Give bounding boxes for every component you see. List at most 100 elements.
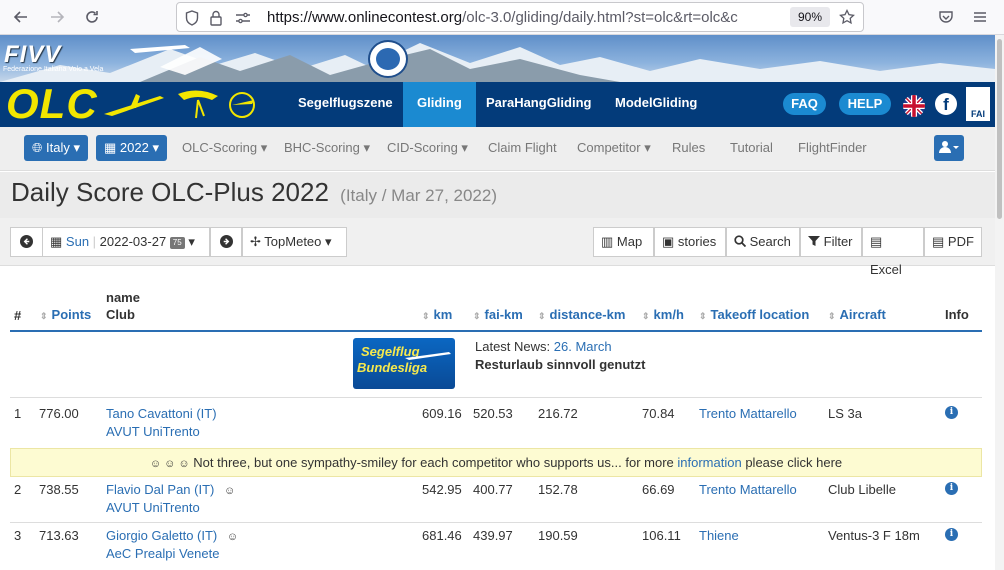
news-headline[interactable]: Resturlaub sinnvoll genutzt bbox=[475, 357, 645, 372]
row1-aircraft: LS 3a bbox=[828, 406, 862, 421]
news-date-link[interactable]: 26. March bbox=[554, 339, 612, 354]
date-picker[interactable]: ▦ Sun | 2022-03-27 75 ▾ bbox=[42, 227, 210, 257]
year-dropdown[interactable]: ▦ 2022 ▾ bbox=[96, 135, 167, 161]
row2-takeoff-link[interactable]: Trento Mattarello bbox=[699, 482, 797, 497]
calendar-icon: ▦ bbox=[50, 234, 63, 249]
row3-smiley-icon: ☺ bbox=[226, 531, 239, 543]
filter-button[interactable]: Filter bbox=[800, 227, 862, 257]
prev-day-button[interactable] bbox=[10, 227, 43, 257]
sort-icon: ⇕ bbox=[642, 311, 650, 321]
row2-pilot-link[interactable]: Flavio Dal Pan (IT) bbox=[106, 482, 214, 497]
user-icon bbox=[939, 141, 959, 153]
browser-toolbar: https://www.onlinecontest.org/olc-3.0/gl… bbox=[0, 0, 1004, 35]
menu-claim-flight[interactable]: Claim Flight bbox=[488, 140, 557, 155]
col-km-header[interactable]: ⇕ km bbox=[422, 307, 452, 322]
row3-kmh: 106.11 bbox=[642, 528, 681, 543]
sympathy-info-link[interactable]: information bbox=[677, 455, 741, 470]
uk-flag-icon[interactable] bbox=[903, 95, 925, 117]
shield-icon[interactable] bbox=[185, 10, 199, 26]
menu-icon[interactable] bbox=[966, 3, 994, 31]
image-icon: ▣ bbox=[662, 234, 675, 249]
col-kmh-header[interactable]: ⇕ km/h bbox=[642, 307, 684, 322]
row1-km: 609.16 bbox=[422, 406, 462, 421]
country-dropdown[interactable]: 🌐︎ Italy ▾ bbox=[24, 135, 89, 161]
col-takeoff-label: Takeoff location bbox=[710, 307, 810, 322]
sub-navbar: 🌐︎ Italy ▾ ▦ 2022 ▾ OLC-Scoring ▾ BHC-Sc… bbox=[0, 127, 995, 171]
menu-olc-scoring-label: OLC-Scoring bbox=[182, 140, 258, 155]
topmeteo-button[interactable]: ✢ TopMeteo ▾ bbox=[242, 227, 347, 257]
sort-icon: ⇕ bbox=[538, 311, 546, 321]
col-distance-km-header[interactable]: ⇕ distance-km bbox=[538, 307, 625, 322]
row3-km: 681.46 bbox=[422, 528, 462, 543]
sort-icon: ⇕ bbox=[828, 311, 836, 321]
row3-points: 713.63 bbox=[39, 528, 79, 543]
col-points-label: Points bbox=[51, 307, 92, 322]
stories-button[interactable]: ▣ stories bbox=[654, 227, 726, 257]
col-takeoff-header[interactable]: ⇕ Takeoff location bbox=[699, 307, 809, 322]
menu-tutorial[interactable]: Tutorial bbox=[730, 140, 773, 155]
user-menu-button[interactable] bbox=[934, 135, 964, 161]
pdf-button[interactable]: ▤ PDF bbox=[924, 227, 982, 257]
col-aircraft-label: Aircraft bbox=[839, 307, 886, 322]
col-kmh-label: km/h bbox=[653, 307, 684, 322]
bookmark-star-icon[interactable] bbox=[839, 9, 855, 25]
nav-gliding[interactable]: Gliding bbox=[403, 82, 476, 127]
fai-logo[interactable]: FAI bbox=[966, 87, 990, 121]
help-button[interactable]: HELP bbox=[839, 93, 891, 115]
pocket-icon[interactable] bbox=[932, 3, 960, 31]
scrollbar-thumb[interactable] bbox=[997, 39, 1002, 219]
menu-flightfinder[interactable]: FlightFinder bbox=[798, 140, 867, 155]
olc-logo[interactable]: OLC bbox=[6, 83, 98, 125]
faq-button[interactable]: FAQ bbox=[783, 93, 826, 115]
lock-icon[interactable] bbox=[210, 10, 222, 26]
menu-bhc-scoring[interactable]: BHC-Scoring ▾ bbox=[284, 140, 370, 156]
row3-club-link[interactable]: AeC Prealpi Venete bbox=[106, 546, 219, 561]
menu-bhc-scoring-label: BHC-Scoring bbox=[284, 140, 360, 155]
row1-info-icon[interactable]: i bbox=[945, 406, 958, 419]
nav-modelgliding[interactable]: ModelGliding bbox=[601, 82, 711, 127]
col-aircraft-header[interactable]: ⇕ Aircraft bbox=[828, 307, 886, 322]
row2-club-link[interactable]: AVUT UniTrento bbox=[106, 500, 200, 515]
back-icon[interactable] bbox=[7, 3, 35, 31]
excel-button[interactable]: ▤ Excel bbox=[862, 227, 924, 277]
menu-cid-scoring-label: CID-Scoring bbox=[387, 140, 458, 155]
row1-club-link[interactable]: AVUT UniTrento bbox=[106, 424, 200, 439]
reload-icon[interactable] bbox=[78, 3, 106, 31]
page-scrollbar[interactable] bbox=[995, 35, 1004, 570]
calendar-icon: ▦ bbox=[104, 140, 117, 155]
row3-pilot-link[interactable]: Giorgio Galetto (IT) bbox=[106, 528, 217, 543]
row3-takeoff-link[interactable]: Thiene bbox=[699, 528, 739, 543]
sympathy-banner[interactable]: ☺ ☺ ☺ Not three, but one sympathy-smiley… bbox=[10, 448, 982, 477]
row1-pilot-link[interactable]: Tano Cavattoni (IT) bbox=[106, 406, 217, 421]
nav-parahanggliding[interactable]: ParaHangGliding bbox=[472, 82, 605, 127]
menu-cid-scoring[interactable]: CID-Scoring ▾ bbox=[387, 140, 468, 156]
col-points-header[interactable]: ⇕ Points bbox=[40, 307, 91, 322]
glider-icon bbox=[405, 352, 451, 360]
forward-icon[interactable] bbox=[43, 3, 71, 31]
bundesliga-news-image[interactable]: Segelflug Bundesliga bbox=[353, 338, 455, 389]
row1-takeoff-link[interactable]: Trento Mattarello bbox=[699, 406, 797, 421]
excel-label: Excel bbox=[870, 262, 902, 277]
menu-olc-scoring[interactable]: OLC-Scoring ▾ bbox=[182, 140, 267, 156]
next-day-button[interactable] bbox=[210, 227, 242, 257]
nav-segelflugszene[interactable]: Segelflugszene bbox=[284, 82, 407, 127]
permissions-icon[interactable] bbox=[235, 12, 251, 24]
row3-info-icon[interactable]: i bbox=[945, 528, 958, 541]
row2-info-icon[interactable]: i bbox=[945, 482, 958, 495]
page-title-sub: (Italy / Mar 27, 2022) bbox=[340, 186, 497, 205]
search-button[interactable]: Search bbox=[726, 227, 800, 257]
url-bar[interactable]: https://www.onlinecontest.org/olc-3.0/gl… bbox=[176, 2, 864, 32]
main-navbar: OLC Segelflugszene Gliding ParaHangGlidi… bbox=[0, 82, 995, 127]
col-fai-km-header[interactable]: ⇕ fai-km bbox=[473, 307, 523, 322]
topmeteo-label: TopMeteo bbox=[264, 234, 322, 249]
map-button[interactable]: ▥ Map bbox=[593, 227, 654, 257]
stories-label: stories bbox=[677, 234, 717, 249]
zoom-level[interactable]: 90% bbox=[790, 7, 830, 27]
pdf-icon: ▤ bbox=[932, 234, 945, 249]
menu-competitor[interactable]: Competitor ▾ bbox=[577, 140, 651, 156]
facebook-icon[interactable]: f bbox=[935, 93, 957, 115]
row1-points: 776.00 bbox=[39, 406, 79, 421]
menu-rules[interactable]: Rules bbox=[672, 140, 705, 155]
sympathy-smiley-icons: ☺ ☺ ☺ bbox=[149, 458, 190, 470]
row1-kmh: 70.84 bbox=[642, 406, 675, 421]
